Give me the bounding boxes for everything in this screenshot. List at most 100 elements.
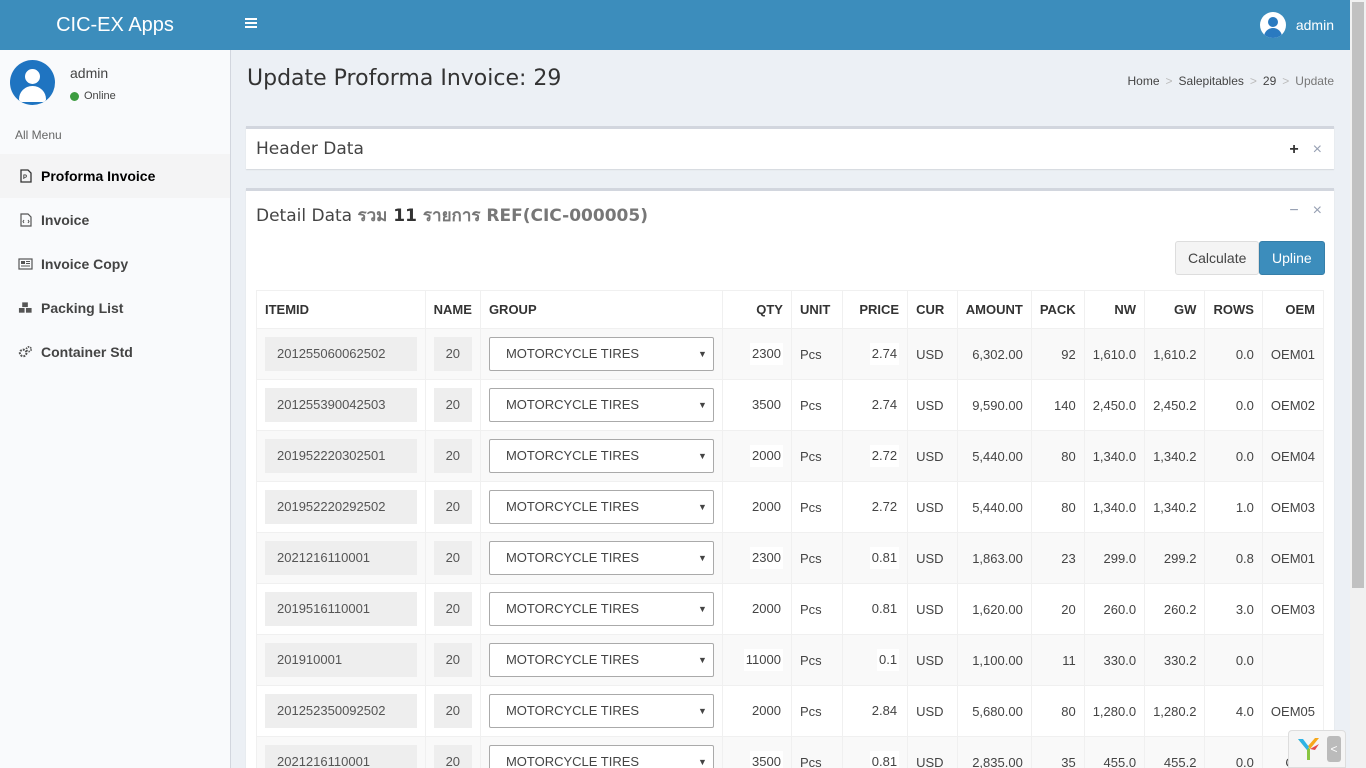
col-header-itemid[interactable]: ITEMID xyxy=(256,290,426,329)
name-field[interactable]: 20 xyxy=(433,643,472,677)
itemid-field[interactable]: 2021216110001 xyxy=(265,541,417,575)
price-input[interactable]: 0.81 xyxy=(869,598,900,620)
col-header-name[interactable]: NAME xyxy=(424,290,481,329)
user-menu[interactable]: admin xyxy=(1259,12,1334,38)
sidebar-item-invoice-copy[interactable]: Invoice Copy xyxy=(0,242,230,286)
qty-input[interactable]: 2000 xyxy=(750,496,783,518)
price-input[interactable]: 0.81 xyxy=(869,547,900,569)
toolbar-toggle-icon[interactable]: < xyxy=(1327,736,1341,762)
breadcrumb-home[interactable]: Home xyxy=(1127,74,1159,88)
page-scrollbar[interactable] xyxy=(1350,0,1366,768)
qty-input[interactable]: 2000 xyxy=(750,445,783,467)
itemid-field[interactable]: 201910001 xyxy=(265,643,417,677)
sidebar-item-label: Container Std xyxy=(41,344,133,360)
close-icon[interactable]: × xyxy=(1313,202,1322,220)
header-data-box: Header Data + × xyxy=(246,126,1334,169)
price-input[interactable]: 0.1 xyxy=(877,649,900,671)
cubes-icon xyxy=(18,301,33,316)
name-field[interactable]: 20 xyxy=(433,439,472,473)
group-select[interactable]: MOTORCYCLE TIRES ▼ xyxy=(488,694,714,728)
name-field[interactable]: 20 xyxy=(433,541,472,575)
cell-unit: Pcs xyxy=(790,379,843,431)
group-select[interactable]: MOTORCYCLE TIRES ▼ xyxy=(488,541,714,575)
cell-group: MOTORCYCLE TIRES ▼ xyxy=(479,685,723,737)
qty-input[interactable]: 2300 xyxy=(750,343,783,365)
col-header-unit[interactable]: UNIT xyxy=(790,290,843,329)
col-header-rows[interactable]: ROWS xyxy=(1204,290,1263,329)
menu-header: All Menu xyxy=(15,128,62,142)
price-input[interactable]: 2.72 xyxy=(869,445,900,467)
group-select[interactable]: MOTORCYCLE TIRES ▼ xyxy=(488,388,714,422)
price-input[interactable]: 2.72 xyxy=(869,496,900,518)
qty-input[interactable]: 2300 xyxy=(750,547,783,569)
group-select[interactable]: MOTORCYCLE TIRES ▼ xyxy=(488,592,714,626)
sidebar-item-container-std[interactable]: Container Std xyxy=(0,330,230,374)
cell-gw: 330.2 xyxy=(1144,634,1206,686)
col-header-gw[interactable]: GW xyxy=(1144,290,1206,329)
sidebar-item-label: Proforma Invoice xyxy=(41,168,156,184)
dropdown-arrow-icon: ▼ xyxy=(697,604,707,614)
sidebar-item-label: Packing List xyxy=(41,300,124,316)
cell-itemid: 201255060062502 xyxy=(256,328,426,380)
name-field[interactable]: 20 xyxy=(433,592,472,626)
qty-input[interactable]: 2000 xyxy=(750,598,783,620)
debug-toolbar[interactable]: < xyxy=(1288,730,1346,768)
dropdown-arrow-icon: ▼ xyxy=(697,553,707,563)
name-field[interactable]: 20 xyxy=(433,337,472,371)
group-select[interactable]: MOTORCYCLE TIRES ▼ xyxy=(488,643,714,677)
name-field[interactable]: 20 xyxy=(433,388,472,422)
dropdown-arrow-icon: ▼ xyxy=(697,349,707,359)
col-header-amount[interactable]: AMOUNT xyxy=(956,290,1032,329)
collapse-icon[interactable]: − xyxy=(1289,202,1298,220)
itemid-field[interactable]: 201255390042503 xyxy=(265,388,417,422)
price-input[interactable]: 2.74 xyxy=(869,343,900,365)
qty-input[interactable]: 2000 xyxy=(750,700,783,722)
name-field[interactable]: 20 xyxy=(433,694,472,728)
calculate-button[interactable]: Calculate xyxy=(1175,241,1260,275)
itemid-field[interactable]: 201255060062502 xyxy=(265,337,417,371)
cell-name: 20 xyxy=(424,379,481,431)
close-icon[interactable]: × xyxy=(1313,141,1322,159)
sidebar-item-invoice[interactable]: Invoice xyxy=(0,198,230,242)
sidebar-item-proforma-invoice[interactable]: P Proforma Invoice xyxy=(0,154,230,198)
price-input[interactable]: 2.74 xyxy=(869,394,900,416)
itemid-field[interactable]: 201952220302501 xyxy=(265,439,417,473)
group-select[interactable]: MOTORCYCLE TIRES ▼ xyxy=(488,439,714,473)
col-header-oem[interactable]: OEM xyxy=(1261,290,1325,329)
col-header-nw[interactable]: NW xyxy=(1083,290,1146,329)
group-select[interactable]: MOTORCYCLE TIRES ▼ xyxy=(488,490,714,524)
breadcrumb-salepitables[interactable]: Salepitables xyxy=(1179,74,1244,88)
upline-button[interactable]: Upline xyxy=(1259,241,1325,275)
col-header-price[interactable]: PRICE xyxy=(841,290,909,329)
cell-rows: 4.0 xyxy=(1204,685,1263,737)
cell-oem: OEM05 xyxy=(1261,685,1325,737)
col-header-qty[interactable]: QTY xyxy=(721,290,792,329)
col-header-pack[interactable]: PACK xyxy=(1030,290,1085,329)
name-field[interactable]: 20 xyxy=(433,490,472,524)
cell-unit: Pcs xyxy=(790,583,843,635)
itemid-field[interactable]: 2019516110001 xyxy=(265,592,417,626)
col-header-cur[interactable]: CUR xyxy=(907,290,958,329)
price-input[interactable]: 2.84 xyxy=(869,700,900,722)
cell-name: 20 xyxy=(424,685,481,737)
qty-input[interactable]: 3500 xyxy=(750,394,783,416)
itemid-field[interactable]: 201252350092502 xyxy=(265,694,417,728)
sidebar-item-packing-list[interactable]: Packing List xyxy=(0,286,230,330)
scrollbar-thumb[interactable] xyxy=(1352,2,1364,588)
app-logo[interactable]: CIC-EX Apps xyxy=(0,0,230,50)
itemid-field[interactable]: 2021216110001 xyxy=(265,745,417,768)
sidebar-toggle-icon[interactable] xyxy=(240,14,262,36)
qty-input[interactable]: 11000 xyxy=(743,649,783,671)
price-input[interactable]: 0.81 xyxy=(869,751,900,768)
group-select[interactable]: MOTORCYCLE TIRES ▼ xyxy=(488,745,714,768)
cell-pack: 20 xyxy=(1030,583,1085,635)
group-select-value: MOTORCYCLE TIRES xyxy=(505,754,640,768)
col-header-group[interactable]: GROUP xyxy=(479,290,723,329)
breadcrumb-record[interactable]: 29 xyxy=(1263,74,1276,88)
expand-icon[interactable]: + xyxy=(1289,141,1298,159)
table-row: 201952220292502 20 MOTORCYCLE TIRES ▼ 2000 Pc… xyxy=(256,481,1325,533)
name-field[interactable]: 20 xyxy=(433,745,472,768)
itemid-field[interactable]: 201952220292502 xyxy=(265,490,417,524)
qty-input[interactable]: 3500 xyxy=(750,751,783,768)
group-select[interactable]: MOTORCYCLE TIRES ▼ xyxy=(488,337,714,371)
